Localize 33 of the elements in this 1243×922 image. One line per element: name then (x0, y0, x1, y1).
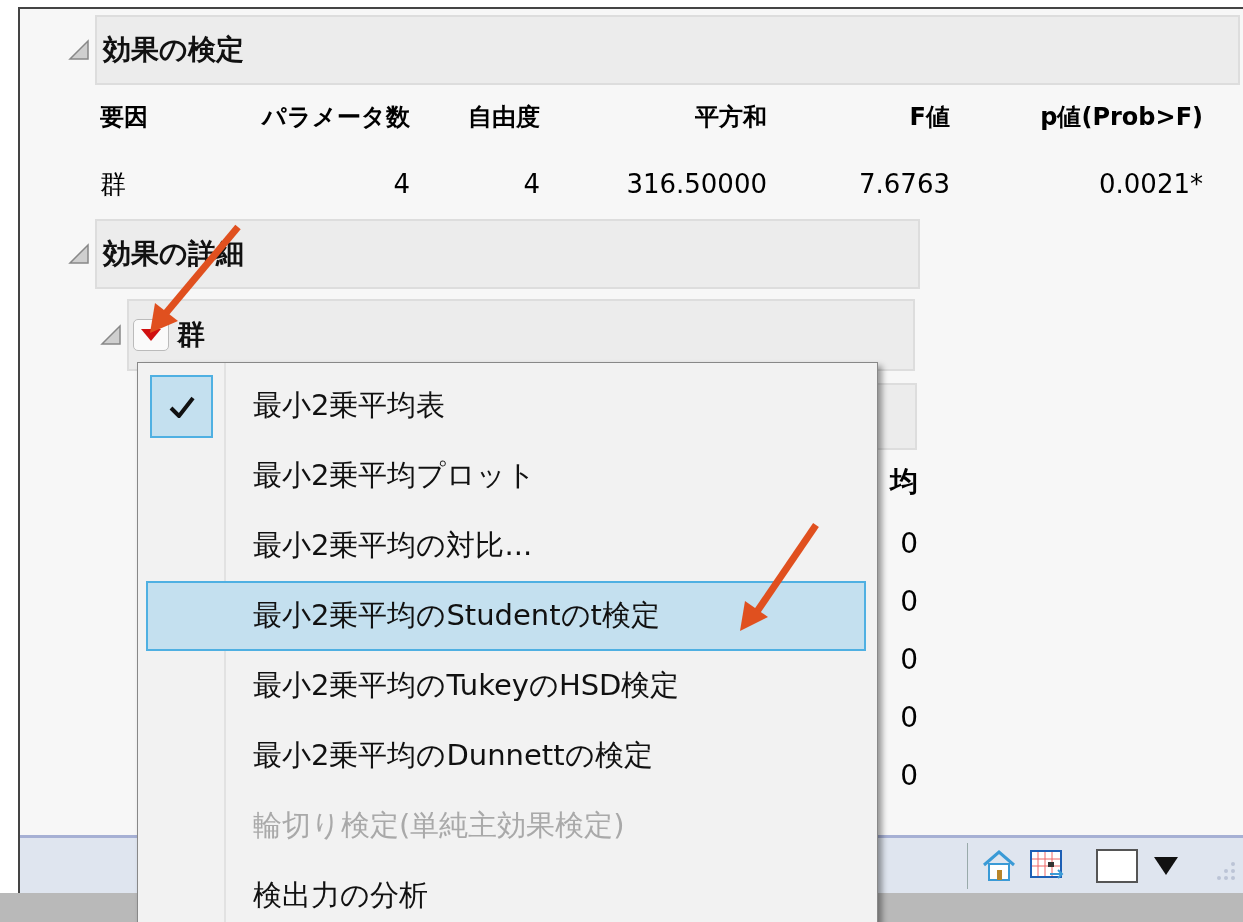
menu-item[interactable]: 最小2乗平均の対比... (146, 511, 866, 581)
table-cell-text: 4 (392, 168, 410, 201)
menu-item[interactable]: 最小2乗平均プロット (146, 441, 866, 511)
column-header: F値 (908, 102, 950, 133)
column-header: 要因 (100, 102, 149, 133)
table-cell-text: 0 (900, 757, 918, 794)
menu-item[interactable]: 最小2乗平均のTukeyのHSD検定 (146, 651, 866, 721)
column-header: 自由度 (467, 102, 540, 133)
menu-item[interactable]: 最小2乗平均のDunnettの検定 (146, 721, 866, 791)
column-header: パラメータ数 (260, 102, 410, 133)
column-header: p値(Prob>F) (1039, 102, 1203, 133)
table-cell-text: 0 (900, 525, 918, 562)
table-cell-text: 群 (100, 167, 127, 201)
menu-item[interactable]: 最小2乗平均表 (146, 371, 866, 441)
table-cell-text: 4 (522, 168, 540, 201)
color-swatch[interactable] (1096, 848, 1138, 883)
collapse-triangle-icon[interactable] (100, 324, 122, 346)
home-icon[interactable] (982, 849, 1016, 882)
collapse-triangle-icon[interactable] (68, 39, 90, 61)
table-cell-text: 0 (900, 699, 918, 736)
dropdown-arrow-icon[interactable] (1154, 856, 1178, 875)
table-cell-text: 0.0021* (1098, 168, 1203, 201)
column-header: 平方和 (694, 102, 767, 133)
table-cell-text: 0 (900, 583, 918, 620)
table-cell-text: 316.50000 (625, 168, 767, 201)
collapse-triangle-icon[interactable] (68, 243, 90, 265)
section-header[interactable]: 効果の検定 (95, 15, 1240, 85)
column-header: 均 (890, 464, 918, 500)
table-cell-text: 0 (900, 641, 918, 678)
menu-item[interactable]: 検出力の分析 (146, 861, 866, 922)
menu-item: 輪切り検定(単純主効果検定) (252, 807, 626, 844)
table-cell-text: 7.6763 (858, 168, 950, 201)
menu-item[interactable]: 最小2乗平均のStudentのt検定 (146, 581, 866, 651)
